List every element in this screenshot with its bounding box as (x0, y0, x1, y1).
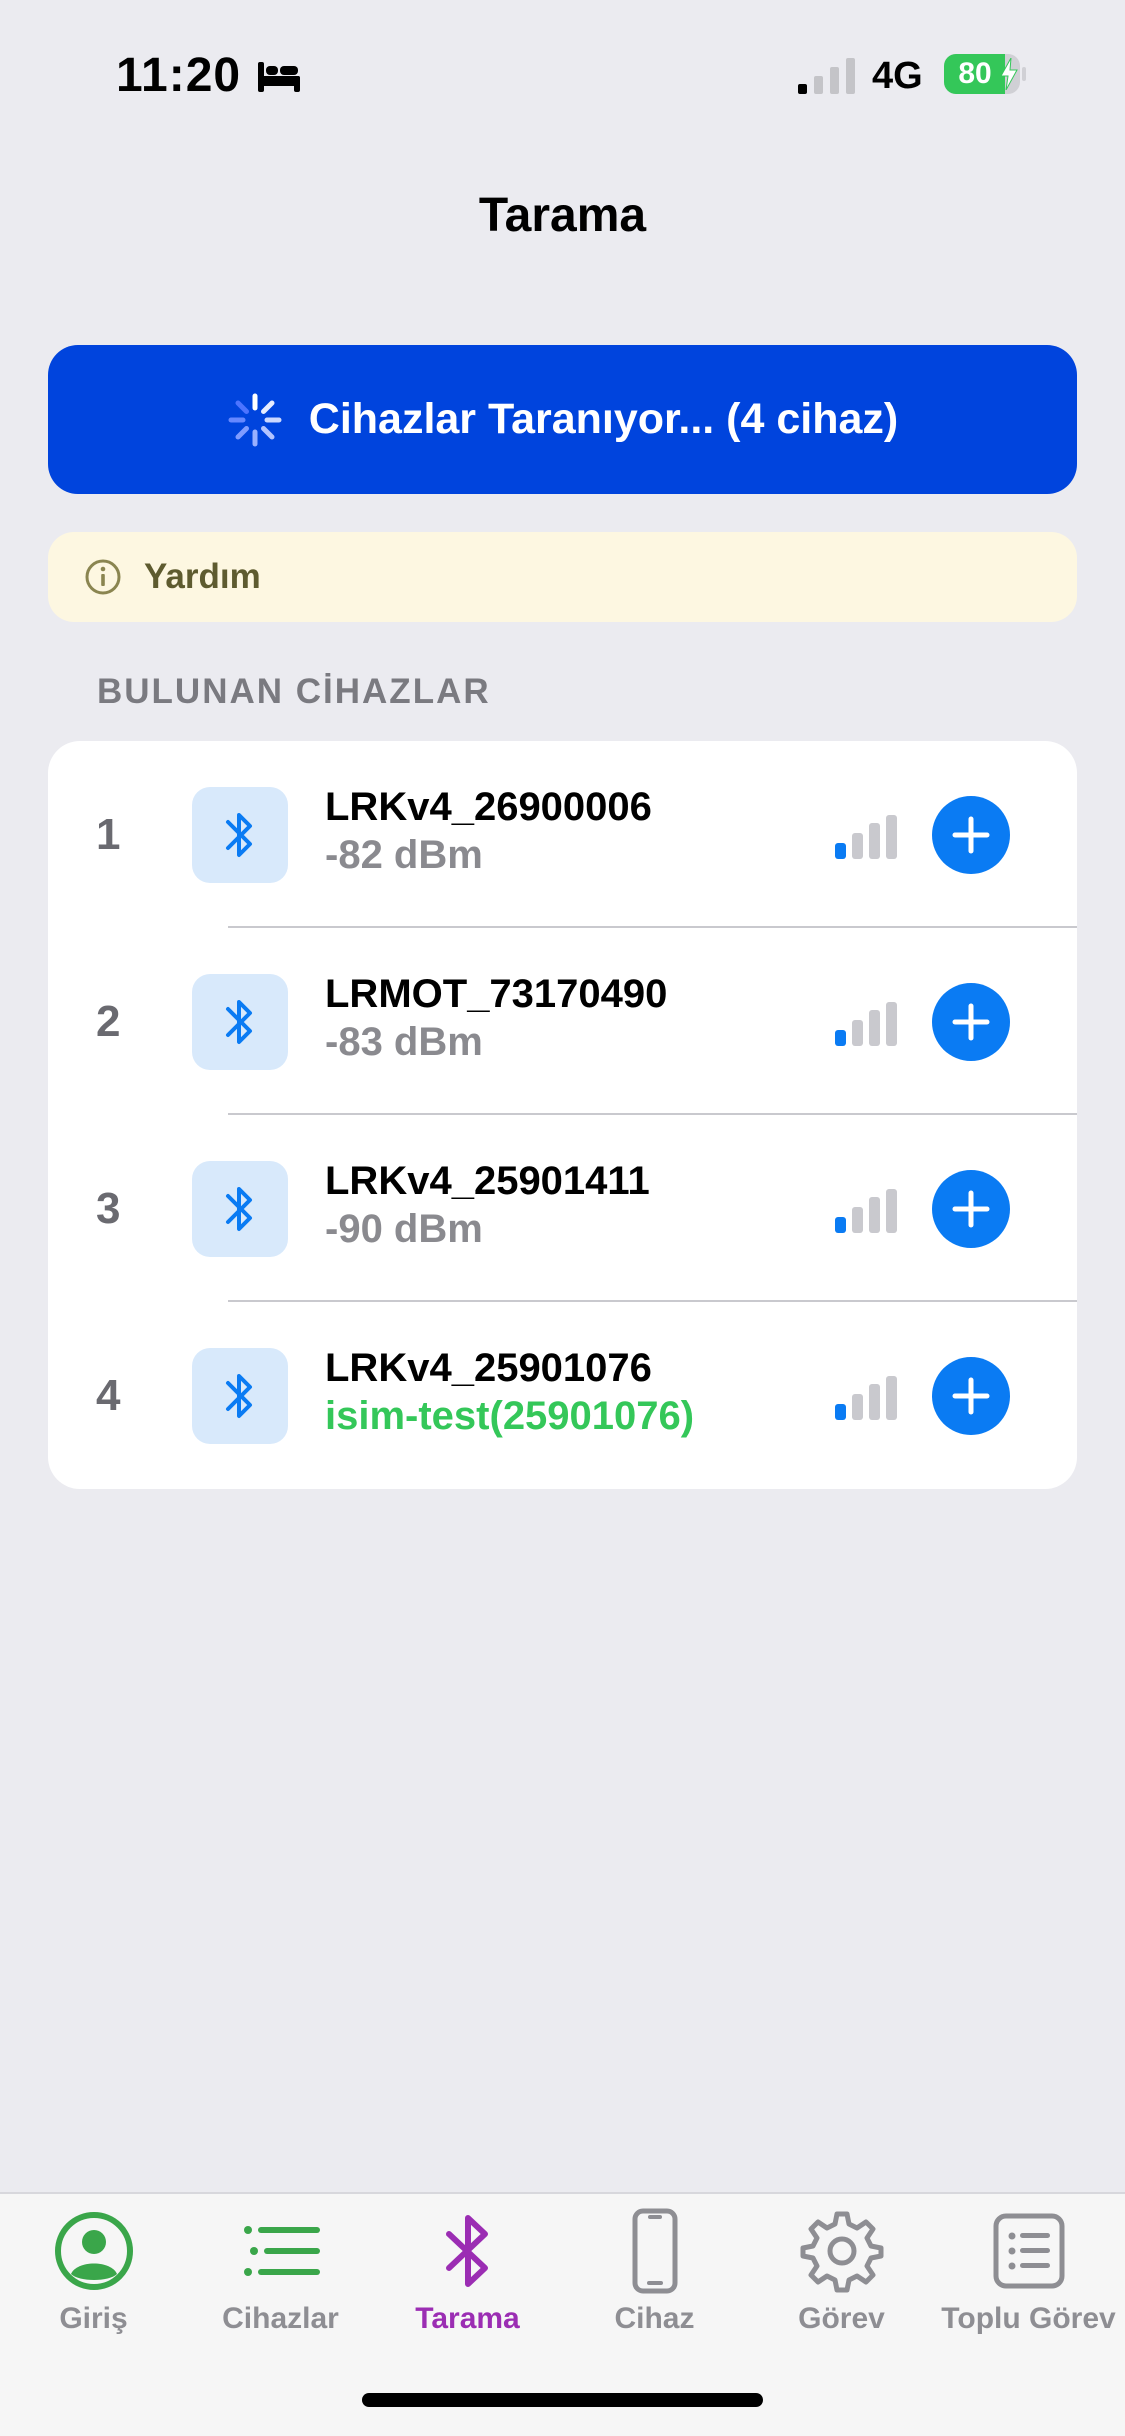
add-device-button[interactable] (932, 796, 1010, 874)
bluetooth-icon (226, 1187, 252, 1231)
device-detail: -83 dBm (325, 1020, 483, 1064)
device-detail: -82 dBm (325, 833, 483, 877)
battery-percent: 80 (958, 57, 992, 90)
signal-bar (869, 1010, 880, 1046)
plus-icon (952, 1003, 990, 1041)
bluetooth-icon (226, 1374, 252, 1418)
plus-icon (952, 1377, 990, 1415)
tab-label: Tarama (415, 2302, 520, 2335)
page-title: Tarama (478, 189, 647, 242)
tab-toplu-gorev[interactable]: Toplu Görev (935, 2194, 1122, 2394)
help-label: Yardım (144, 557, 261, 596)
device-row[interactable]: 3 LRKv4_25901411 -90 dBm (48, 1115, 1077, 1302)
signal-bar (835, 843, 846, 859)
bluetooth-icon (226, 1000, 252, 1044)
home-indicator (362, 2393, 763, 2407)
signal-bar (886, 1002, 897, 1046)
phone-device-icon (632, 2208, 677, 2294)
status-time: 11:20 (116, 49, 242, 102)
signal-strength-icon (835, 1002, 897, 1046)
signal-bar (886, 1376, 897, 1420)
device-row[interactable]: 2 LRMOT_73170490 -83 dBm (48, 928, 1077, 1115)
device-index: 3 (96, 1184, 121, 1233)
device-index: 4 (96, 1371, 121, 1420)
device-row[interactable]: 1 LRKv4_26900006 -82 dBm (48, 741, 1077, 928)
device-name: LRKv4_26900006 (325, 785, 652, 829)
battery-charging-icon: 80 (944, 54, 1026, 94)
signal-bar (852, 1207, 863, 1233)
tab-cihazlar[interactable]: Cihazlar (187, 2194, 374, 2394)
signal-bar (852, 833, 863, 859)
device-list: 1 LRKv4_26900006 -82 dBm 2 LRMOT_7317049… (48, 741, 1077, 1489)
signal-bar (835, 1217, 846, 1233)
tab-cihaz[interactable]: Cihaz (561, 2194, 748, 2394)
signal-strength-icon (835, 1189, 897, 1233)
signal-strength-icon (835, 1376, 897, 1420)
device-detail: -90 dBm (325, 1207, 483, 1251)
signal-strength-icon (835, 815, 897, 859)
signal-bar (852, 1020, 863, 1046)
bed-icon (258, 62, 300, 92)
tab-giris[interactable]: Giriş (0, 2194, 187, 2394)
gear-icon (800, 2211, 883, 2293)
add-device-button[interactable] (932, 983, 1010, 1061)
tab-label: Cihazlar (222, 2302, 339, 2335)
section-title: BULUNAN CİHAZLAR (97, 672, 491, 711)
device-name: LRKv4_25901411 (325, 1159, 650, 1203)
spinner-icon (228, 393, 282, 446)
list-icon (243, 2226, 320, 2276)
signal-bar (886, 1189, 897, 1233)
signal-bar (835, 1404, 846, 1420)
scan-button[interactable]: Cihazlar Taranıyor... (4 cihaz) (48, 345, 1077, 494)
device-icon-tile (192, 787, 288, 883)
device-index: 2 (96, 997, 121, 1046)
help-banner[interactable]: Yardım (48, 532, 1077, 622)
bluetooth-icon (445, 2215, 488, 2287)
signal-bar (835, 1030, 846, 1046)
list-box-icon (993, 2213, 1064, 2289)
tab-tarama[interactable]: Tarama (374, 2194, 561, 2394)
signal-bar (852, 1394, 863, 1420)
status-bar: 11:20 4G 80 (0, 0, 1125, 150)
network-type: 4G (872, 55, 923, 97)
tab-gorev[interactable]: Görev (748, 2194, 935, 2394)
signal-bar (869, 1197, 880, 1233)
device-row[interactable]: 4 LRKv4_25901076 isim-test(25901076) (48, 1302, 1077, 1489)
tab-label: Cihaz (614, 2302, 695, 2335)
device-name: LRMOT_73170490 (325, 972, 668, 1016)
tab-label: Toplu Görev (941, 2302, 1116, 2335)
device-name: LRKv4_25901076 (325, 1346, 652, 1390)
info-icon (85, 559, 121, 595)
device-detail: isim-test(25901076) (325, 1394, 695, 1438)
plus-icon (952, 816, 990, 854)
add-device-button[interactable] (932, 1357, 1010, 1435)
signal-bar (886, 815, 897, 859)
signal-bar (869, 823, 880, 859)
device-icon-tile (192, 1161, 288, 1257)
scan-button-label: Cihazlar Taranıyor... (4 cihaz) (308, 395, 899, 443)
device-index: 1 (96, 810, 121, 859)
person-circle-icon (54, 2212, 133, 2290)
device-icon-tile (192, 1348, 288, 1444)
tab-label: Görev (798, 2302, 885, 2335)
signal-bar (869, 1384, 880, 1420)
device-icon-tile (192, 974, 288, 1070)
bluetooth-icon (226, 813, 252, 857)
cellular-signal-icon (798, 58, 855, 94)
plus-icon (952, 1190, 990, 1228)
tab-label: Giriş (59, 2302, 128, 2335)
add-device-button[interactable] (932, 1170, 1010, 1248)
